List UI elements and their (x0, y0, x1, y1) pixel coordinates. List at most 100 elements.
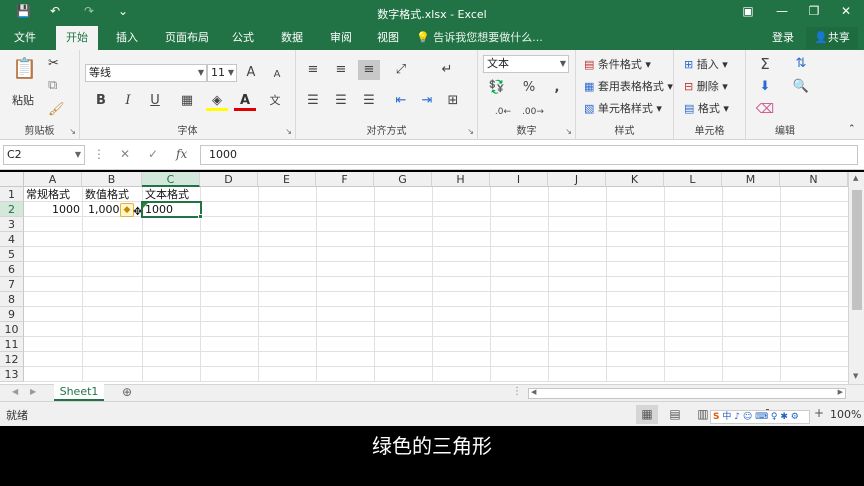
grow-font-button[interactable]: A (240, 63, 262, 83)
conditional-formatting-button[interactable]: ▤ 条件格式 ▾ (584, 56, 651, 72)
accounting-format-icon[interactable]: 💱 (486, 78, 508, 98)
align-top-icon[interactable]: ≡ (302, 60, 324, 80)
tab-data[interactable]: 数据 (271, 26, 313, 50)
tab-view[interactable]: 视图 (367, 26, 409, 50)
cell-b2[interactable]: 1,000. (86, 202, 120, 217)
vertical-scrollbar[interactable]: ▲ ▼ (848, 172, 864, 384)
number-format-select[interactable]: 文本 ▼ (483, 55, 569, 73)
column-header-g[interactable]: G (374, 172, 432, 187)
sort-filter-icon[interactable]: ⇅ (790, 54, 812, 74)
zoom-in-icon[interactable]: + (814, 406, 824, 420)
zoom-level[interactable]: 100% (830, 408, 861, 421)
minimize-button[interactable]: — (772, 4, 792, 18)
paste-icon[interactable]: 📋 (12, 56, 37, 80)
cell-a2[interactable]: 1000 (24, 202, 82, 217)
column-header-l[interactable]: L (664, 172, 722, 187)
number-launcher-icon[interactable]: ↘ (565, 127, 572, 136)
tab-page-layout[interactable]: 页面布局 (155, 26, 219, 50)
cell-styles-button[interactable]: ▧ 单元格样式 ▾ (584, 100, 662, 116)
cut-icon[interactable]: ✂ (48, 56, 59, 71)
column-header-c[interactable]: C (142, 172, 200, 187)
vertical-scroll-thumb[interactable] (852, 190, 862, 310)
align-middle-icon[interactable]: ≡ (330, 60, 352, 80)
copy-icon[interactable]: ⧉ (48, 78, 57, 93)
ribbon-display-icon[interactable]: ▣ (738, 4, 758, 18)
merge-center-icon[interactable]: ⊞ (442, 91, 464, 111)
align-right-icon[interactable]: ☰ (358, 91, 380, 111)
decrease-indent-icon[interactable]: ⇤ (390, 91, 412, 111)
tab-home[interactable]: 开始 (56, 26, 98, 50)
tell-me-search[interactable]: 💡 告诉我您想要做什么... (416, 26, 543, 50)
find-select-icon[interactable]: 🔍 (790, 77, 812, 97)
share-button[interactable]: 👤共享 (806, 27, 858, 49)
increase-indent-icon[interactable]: ⇥ (416, 91, 438, 111)
fill-icon[interactable]: ⬇ (754, 77, 776, 97)
scroll-left-icon[interactable]: ◀ (531, 388, 536, 396)
row-header-3[interactable]: 3 (0, 217, 24, 232)
name-box[interactable]: C2 ▼ (3, 145, 85, 165)
horizontal-scrollbar[interactable]: ◀ ▶ (528, 388, 846, 399)
font-name-select[interactable]: 等线 ▼ (85, 64, 207, 82)
row-header-5[interactable]: 5 (0, 247, 24, 262)
comma-style-button[interactable]: , (546, 78, 568, 98)
cancel-icon[interactable]: ✕ (120, 147, 130, 161)
delete-cells-button[interactable]: ⊟ 删除 ▾ (684, 78, 728, 94)
error-warning-icon[interactable]: ◆ (120, 203, 134, 217)
column-header-e[interactable]: E (258, 172, 316, 187)
row-header-12[interactable]: 12 (0, 352, 24, 367)
column-header-a[interactable]: A (24, 172, 82, 187)
column-header-b[interactable]: B (82, 172, 142, 187)
underline-button[interactable]: U (144, 91, 166, 111)
column-header-n[interactable]: N (780, 172, 848, 187)
scroll-up-icon[interactable]: ▲ (853, 174, 858, 182)
insert-function-icon[interactable]: fx (176, 147, 187, 161)
column-header-i[interactable]: I (490, 172, 548, 187)
font-launcher-icon[interactable]: ↘ (285, 127, 292, 136)
row-header-4[interactable]: 4 (0, 232, 24, 247)
enter-icon[interactable]: ✓ (148, 147, 158, 161)
column-header-h[interactable]: H (432, 172, 490, 187)
italic-button[interactable]: I (117, 91, 139, 111)
row-header-9[interactable]: 9 (0, 307, 24, 322)
decrease-decimal-icon[interactable]: .00→ (522, 102, 544, 122)
tab-insert[interactable]: 插入 (106, 26, 148, 50)
scroll-right-icon[interactable]: ▶ (838, 388, 843, 396)
align-left-icon[interactable]: ☰ (302, 91, 324, 111)
phonetic-icon[interactable]: 文 (264, 91, 286, 111)
tab-formulas[interactable]: 公式 (222, 26, 264, 50)
shrink-font-button[interactable]: A (266, 65, 288, 85)
font-size-select[interactable]: 11 ▼ (207, 64, 237, 82)
row-header-1[interactable]: 1 (0, 187, 24, 202)
clear-icon[interactable]: ⌫ (754, 100, 776, 120)
column-header-m[interactable]: M (722, 172, 780, 187)
prev-sheet-icon[interactable]: ◀ (12, 387, 18, 396)
autosum-icon[interactable]: Σ (754, 54, 776, 74)
align-center-icon[interactable]: ☰ (330, 91, 352, 111)
percent-button[interactable]: % (518, 78, 540, 98)
cell-c1[interactable]: 文本格式 (143, 187, 200, 202)
cell-a1[interactable]: 常规格式 (24, 187, 82, 202)
add-sheet-icon[interactable]: ⊕ (122, 385, 132, 399)
orientation-icon[interactable]: ⤢ (390, 60, 412, 80)
column-header-k[interactable]: K (606, 172, 664, 187)
format-painter-icon[interactable]: 🖌 (48, 102, 65, 117)
clipboard-launcher-icon[interactable]: ↘ (69, 127, 76, 136)
ime-toolbar[interactable]: S 中 ♪ ☺ ⌨ ♀ ✱ ⚙ (710, 410, 810, 424)
tab-file[interactable]: 文件 (4, 26, 46, 50)
page-layout-view-icon[interactable]: ▤ (664, 405, 686, 424)
tab-review[interactable]: 审阅 (320, 26, 362, 50)
row-header-2[interactable]: 2 (0, 202, 24, 217)
select-all-corner[interactable] (0, 172, 24, 187)
borders-icon[interactable]: ▦ (176, 91, 198, 111)
row-header-11[interactable]: 11 (0, 337, 24, 352)
fill-handle[interactable] (198, 214, 203, 219)
format-cells-button[interactable]: ▤ 格式 ▾ (684, 100, 729, 116)
paste-button[interactable]: 粘贴 (12, 92, 34, 108)
insert-cells-button[interactable]: ⊞ 插入 ▾ (684, 56, 728, 72)
column-header-d[interactable]: D (200, 172, 258, 187)
row-header-6[interactable]: 6 (0, 262, 24, 277)
split-handle-icon[interactable]: ⋮ (512, 386, 522, 397)
sign-in-link[interactable]: 登录 (772, 26, 794, 50)
wrap-text-icon[interactable]: ↵ (436, 60, 458, 80)
normal-view-icon[interactable]: ▦ (636, 405, 658, 424)
